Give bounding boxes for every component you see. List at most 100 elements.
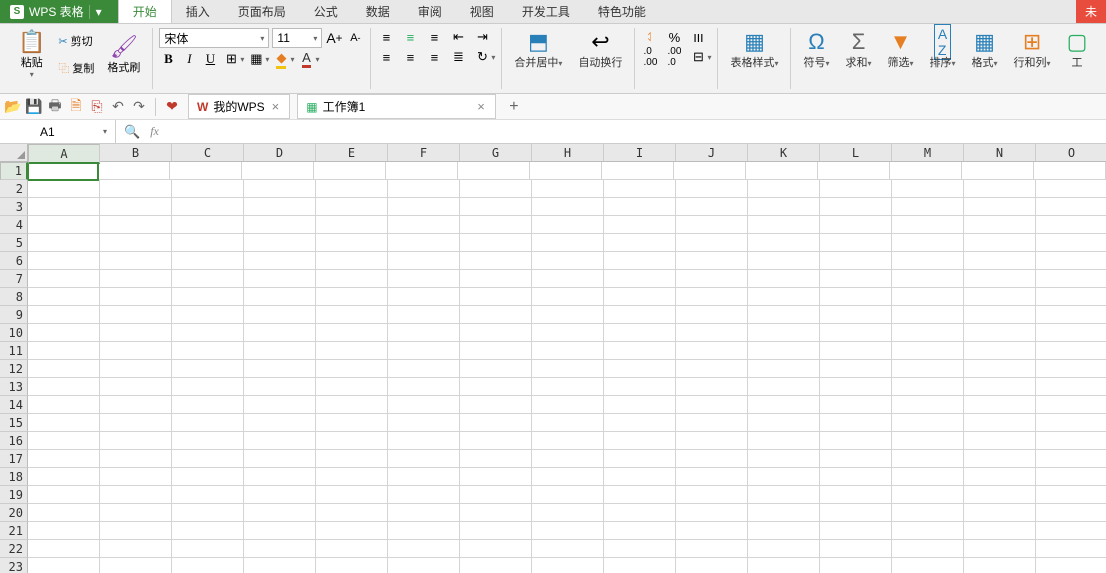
cell[interactable] <box>532 378 604 396</box>
cell[interactable] <box>748 288 820 306</box>
row-header[interactable]: 14 <box>0 396 28 414</box>
cell[interactable] <box>1036 180 1106 198</box>
font-size-select[interactable]: 11▾ <box>272 28 322 48</box>
cell[interactable] <box>964 522 1036 540</box>
cell[interactable] <box>28 540 100 558</box>
cell[interactable] <box>674 162 746 180</box>
tab-my-wps[interactable]: W 我的WPS × <box>188 94 290 119</box>
column-header[interactable]: F <box>388 144 460 162</box>
cell[interactable] <box>1036 450 1106 468</box>
cell[interactable] <box>604 378 676 396</box>
filter-button[interactable]: ▼筛选▾ <box>882 28 920 72</box>
cell[interactable] <box>532 324 604 342</box>
cell[interactable] <box>28 270 100 288</box>
cell[interactable] <box>244 414 316 432</box>
cell[interactable] <box>100 342 172 360</box>
cell[interactable] <box>388 324 460 342</box>
cell[interactable] <box>244 450 316 468</box>
cell[interactable] <box>532 234 604 252</box>
cell[interactable] <box>244 360 316 378</box>
cell[interactable] <box>172 378 244 396</box>
cell[interactable] <box>460 252 532 270</box>
underline-button[interactable]: U <box>201 50 219 68</box>
cell[interactable] <box>892 342 964 360</box>
cell[interactable] <box>892 522 964 540</box>
cell[interactable] <box>820 396 892 414</box>
cell[interactable] <box>604 450 676 468</box>
tab-workbook[interactable]: ▦ 工作簿1 × <box>297 94 496 119</box>
column-header[interactable]: M <box>892 144 964 162</box>
column-header[interactable]: D <box>244 144 316 162</box>
pdf-icon[interactable]: ⎘ <box>88 98 106 116</box>
row-header[interactable]: 1 <box>0 162 28 180</box>
paste-button[interactable]: 📋 粘贴▾ <box>12 28 51 81</box>
cell[interactable] <box>820 234 892 252</box>
cell[interactable] <box>818 162 890 180</box>
cell[interactable] <box>172 450 244 468</box>
cell[interactable] <box>892 414 964 432</box>
row-header[interactable]: 10 <box>0 324 28 342</box>
cell[interactable] <box>676 342 748 360</box>
align-middle-button[interactable]: ≡ <box>401 28 419 46</box>
cell[interactable] <box>28 432 100 450</box>
row-header[interactable]: 12 <box>0 360 28 378</box>
menu-tab-8[interactable]: 特色功能 <box>584 0 660 23</box>
cell[interactable] <box>962 162 1034 180</box>
cell[interactable] <box>676 468 748 486</box>
cell[interactable] <box>388 252 460 270</box>
cell[interactable] <box>964 414 1036 432</box>
cell[interactable] <box>1036 270 1106 288</box>
cell[interactable] <box>460 432 532 450</box>
cell[interactable] <box>388 342 460 360</box>
cell[interactable] <box>532 342 604 360</box>
cell[interactable] <box>460 486 532 504</box>
cell[interactable] <box>604 234 676 252</box>
print-icon[interactable]: 🖶 <box>46 98 64 116</box>
cell[interactable] <box>28 486 100 504</box>
cell[interactable] <box>748 504 820 522</box>
cell[interactable] <box>892 324 964 342</box>
cell[interactable] <box>244 306 316 324</box>
cell[interactable] <box>28 468 100 486</box>
cell[interactable] <box>820 306 892 324</box>
menu-tab-5[interactable]: 审阅 <box>404 0 456 23</box>
cell[interactable] <box>748 396 820 414</box>
cell[interactable] <box>314 162 386 180</box>
cell[interactable] <box>676 414 748 432</box>
cell[interactable] <box>676 288 748 306</box>
cell[interactable] <box>100 396 172 414</box>
cell[interactable] <box>28 288 100 306</box>
cell[interactable] <box>676 504 748 522</box>
row-header[interactable]: 6 <box>0 252 28 270</box>
cell[interactable] <box>28 504 100 522</box>
number-format-button[interactable]: ⊟▾ <box>689 48 711 66</box>
row-header[interactable]: 23 <box>0 558 28 573</box>
cell[interactable] <box>244 522 316 540</box>
symbol-button[interactable]: Ω符号▾ <box>797 28 835 72</box>
cell[interactable] <box>748 450 820 468</box>
cell[interactable] <box>316 558 388 573</box>
cell[interactable] <box>676 486 748 504</box>
cell[interactable] <box>1036 558 1106 573</box>
cell[interactable] <box>100 234 172 252</box>
cell[interactable] <box>460 414 532 432</box>
cell[interactable] <box>532 432 604 450</box>
cell[interactable] <box>676 180 748 198</box>
cell[interactable] <box>820 522 892 540</box>
cell[interactable] <box>460 450 532 468</box>
cell[interactable] <box>172 288 244 306</box>
cell[interactable] <box>100 504 172 522</box>
cell[interactable] <box>100 306 172 324</box>
cell[interactable] <box>964 324 1036 342</box>
cell[interactable] <box>604 270 676 288</box>
cell[interactable] <box>460 342 532 360</box>
cell[interactable] <box>100 360 172 378</box>
cell[interactable] <box>1036 324 1106 342</box>
heart-icon[interactable]: ❤ <box>163 98 181 116</box>
cell[interactable] <box>820 288 892 306</box>
cell[interactable] <box>820 324 892 342</box>
cell[interactable] <box>1036 234 1106 252</box>
cell[interactable] <box>28 342 100 360</box>
cell[interactable] <box>100 414 172 432</box>
cell[interactable] <box>172 360 244 378</box>
